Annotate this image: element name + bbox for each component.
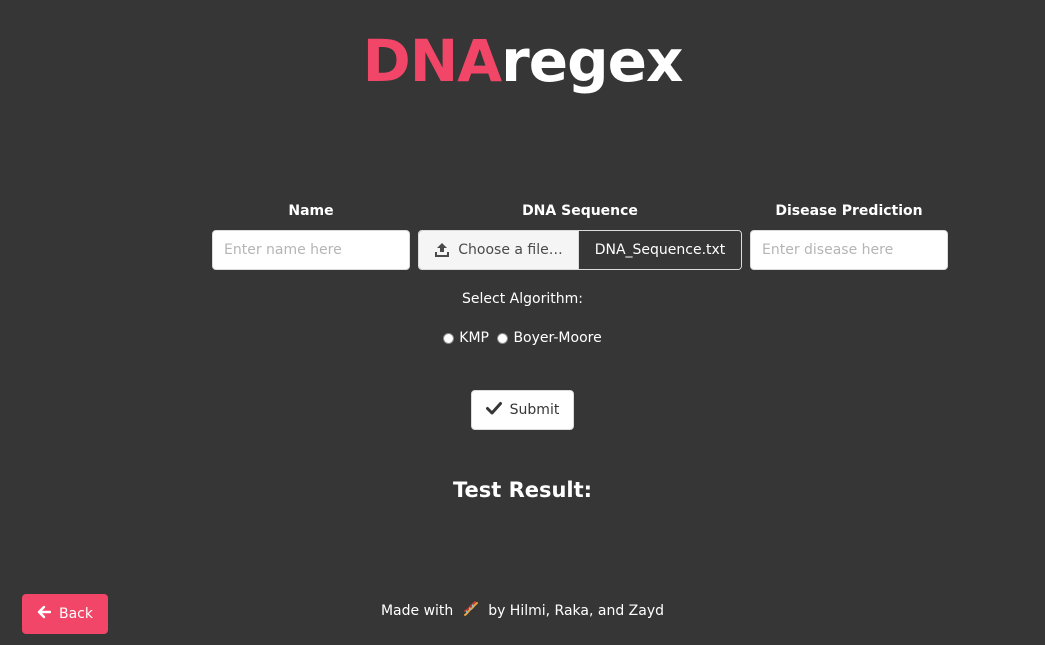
footer-authors: by Hilmi, Raka, and Zayd — [488, 603, 665, 619]
choose-file-button[interactable]: Choose a file… — [419, 231, 579, 269]
name-input[interactable] — [212, 230, 410, 270]
choose-file-label: Choose a file… — [458, 242, 563, 258]
radio-kmp-button[interactable] — [443, 332, 455, 344]
footer: Made with by Hilmi, Raka, and Zayd — [0, 600, 1045, 624]
radio-kmp[interactable]: KMP — [443, 328, 489, 348]
radio-kmp-label: KMP — [459, 330, 489, 346]
file-name: DNA_Sequence.txt — [579, 231, 741, 269]
footer-made-with: Made with — [380, 603, 454, 619]
logo-rest: regex — [501, 27, 683, 95]
name-label: Name — [288, 203, 334, 219]
upload-icon — [434, 242, 450, 258]
radio-boyer-moore-button[interactable] — [497, 332, 509, 344]
submit-label: Submit — [509, 402, 560, 418]
submit-button[interactable]: Submit — [471, 390, 574, 430]
dna-sequence-label: DNA Sequence — [522, 203, 638, 219]
logo-accent: DNA — [362, 27, 503, 95]
radio-boyer-moore[interactable]: Boyer-Moore — [497, 328, 602, 348]
disease-prediction-label: Disease Prediction — [775, 203, 923, 219]
algorithm-radio-group: KMP Boyer-Moore — [0, 328, 1045, 350]
algorithm-label: Select Algorithm: — [462, 291, 583, 307]
radio-boyer-moore-label: Boyer-Moore — [513, 330, 602, 346]
app-logo: DNAregex — [0, 26, 1045, 96]
dna-file-upload[interactable]: Choose a file… DNA_Sequence.txt — [418, 230, 742, 270]
check-icon — [485, 401, 502, 419]
dna-icon — [462, 600, 480, 624]
test-result-title: Test Result: — [452, 478, 593, 502]
disease-input[interactable] — [750, 230, 948, 270]
